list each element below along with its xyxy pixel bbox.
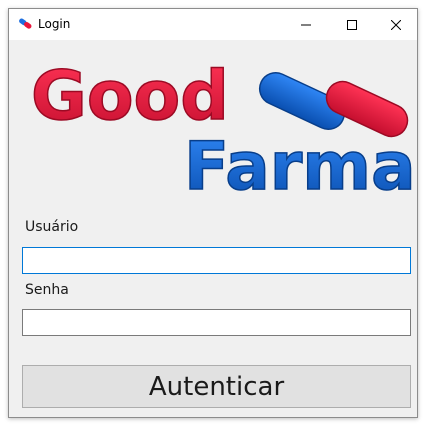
login-window: Login Good Farma Usuário Senha Autentica… — [8, 8, 418, 418]
minimize-icon — [301, 24, 311, 25]
close-icon — [391, 19, 401, 30]
username-input[interactable] — [22, 247, 411, 274]
close-button[interactable] — [373, 9, 419, 40]
username-label: Usuário — [25, 219, 79, 235]
minimize-button[interactable] — [283, 9, 329, 40]
authenticate-button[interactable]: Autenticar — [22, 365, 411, 408]
password-input[interactable] — [22, 309, 411, 336]
maximize-icon — [347, 19, 357, 30]
logo-word-farma: Farma — [184, 128, 414, 199]
password-label: Senha — [25, 282, 69, 298]
maximize-button[interactable] — [329, 9, 375, 40]
title-bar[interactable]: Login — [9, 9, 417, 40]
window-title: Login — [38, 17, 71, 31]
logo-word-good: Good — [31, 59, 229, 136]
goodfarma-logo: Good Farma — [30, 59, 414, 199]
pill-icon — [19, 18, 32, 29]
